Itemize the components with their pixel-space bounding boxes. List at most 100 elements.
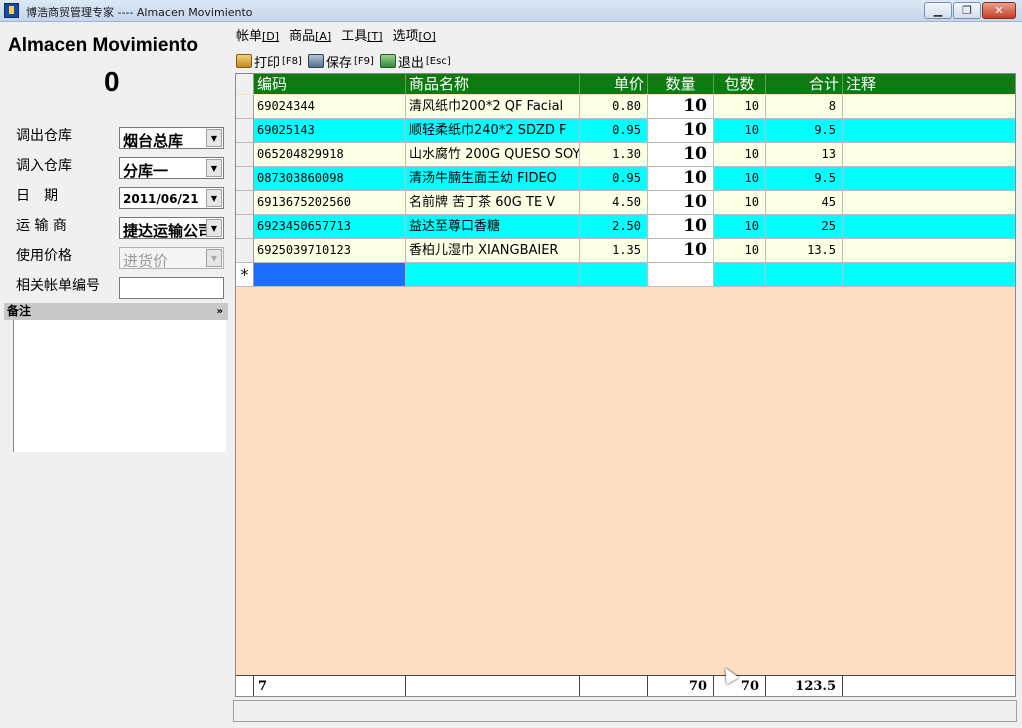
cell-note[interactable] xyxy=(843,167,1015,191)
table-row[interactable]: 6913675202560 名前牌 苦丁茶 60G TE V 4.50 10 10 45 xyxy=(236,191,1015,215)
cell-total[interactable]: 8 xyxy=(766,95,843,119)
cell-code[interactable]: 69024344 xyxy=(254,95,406,119)
cell-name[interactable]: 顺轻柔纸巾240*2 SDZD F xyxy=(406,119,580,143)
col-header-qty[interactable]: 数量 xyxy=(648,74,714,94)
chevron-down-icon[interactable]: ▼ xyxy=(206,129,222,147)
menu-tools[interactable]: 工具[T] xyxy=(341,25,382,45)
new-cell-price[interactable] xyxy=(580,263,648,287)
cell-code[interactable]: 087303860098 xyxy=(254,167,406,191)
row-selector[interactable] xyxy=(236,191,254,215)
table-row[interactable]: 69024344 清风纸巾200*2 QF Facial 0.80 10 10 8 xyxy=(236,95,1015,119)
minimize-button[interactable]: ▁ xyxy=(924,2,952,19)
save-button[interactable]: 保存 [F9] xyxy=(307,52,374,71)
chevron-down-icon[interactable]: ▼ xyxy=(206,159,222,177)
cell-note[interactable] xyxy=(843,119,1015,143)
row-selector[interactable] xyxy=(236,215,254,239)
row-selector[interactable] xyxy=(236,167,254,191)
cell-packs[interactable]: 10 xyxy=(714,215,766,239)
cell-packs[interactable]: 10 xyxy=(714,167,766,191)
new-cell-code[interactable] xyxy=(254,263,406,287)
col-header-packs[interactable]: 包数 xyxy=(714,74,766,94)
row-selector[interactable] xyxy=(236,239,254,263)
table-row[interactable]: 087303860098 清汤牛腩生面王幼 FIDEO 0.95 10 10 9.5 xyxy=(236,167,1015,191)
cell-qty[interactable]: 10 xyxy=(648,119,714,143)
menu-bill[interactable]: 帐单[D] xyxy=(236,25,279,45)
out-warehouse-select[interactable]: 烟台总库 ▼ xyxy=(119,127,224,150)
table-row[interactable]: 6925039710123 香柏儿湿巾 XIANGBAIER 1.35 10 10 13.… xyxy=(236,239,1015,263)
cell-code[interactable]: 69025143 xyxy=(254,119,406,143)
row-selector[interactable] xyxy=(236,119,254,143)
cell-packs[interactable]: 10 xyxy=(714,239,766,263)
cell-name[interactable]: 山水腐竹 200G QUESO SOYA xyxy=(406,143,580,167)
cell-note[interactable] xyxy=(843,143,1015,167)
items-grid[interactable]: 编码 商品名称 单价 数量 包数 合计 注释 69024344 清风纸巾200*2… xyxy=(235,73,1016,697)
col-header-total[interactable]: 合计 xyxy=(766,74,843,94)
cell-qty[interactable]: 10 xyxy=(648,215,714,239)
table-row[interactable]: 6923450657713 益达至尊口香糖 2.50 10 10 25 xyxy=(236,215,1015,239)
cell-price[interactable]: 0.80 xyxy=(580,95,648,119)
cell-name[interactable]: 清汤牛腩生面王幼 FIDEO xyxy=(406,167,580,191)
menu-options[interactable]: 选项[O] xyxy=(393,25,436,45)
cell-note[interactable] xyxy=(843,95,1015,119)
col-header-code[interactable]: 编码 xyxy=(254,74,406,94)
new-cell-note[interactable] xyxy=(843,263,1015,287)
new-cell-qty[interactable] xyxy=(648,263,714,287)
date-picker[interactable]: 2011/06/21 ▼ xyxy=(119,187,224,209)
cell-code[interactable]: 6913675202560 xyxy=(254,191,406,215)
cell-qty[interactable]: 10 xyxy=(648,95,714,119)
cell-packs[interactable]: 10 xyxy=(714,95,766,119)
cell-name[interactable]: 香柏儿湿巾 XIANGBAIER xyxy=(406,239,580,263)
cell-qty[interactable]: 10 xyxy=(648,167,714,191)
cell-price[interactable]: 2.50 xyxy=(580,215,648,239)
new-row[interactable]: * xyxy=(236,263,1015,287)
cell-qty[interactable]: 10 xyxy=(648,143,714,167)
chevron-down-icon[interactable]: ▼ xyxy=(206,189,222,207)
cell-price[interactable]: 0.95 xyxy=(580,167,648,191)
new-cell-packs[interactable] xyxy=(714,263,766,287)
cell-packs[interactable]: 10 xyxy=(714,191,766,215)
cell-name[interactable]: 益达至尊口香糖 xyxy=(406,215,580,239)
cell-price[interactable]: 1.30 xyxy=(580,143,648,167)
cell-price[interactable]: 1.35 xyxy=(580,239,648,263)
new-cell-name[interactable] xyxy=(406,263,580,287)
collapse-icon[interactable]: » xyxy=(217,303,223,320)
cell-note[interactable] xyxy=(843,239,1015,263)
new-cell-total[interactable] xyxy=(766,263,843,287)
cell-total[interactable]: 9.5 xyxy=(766,167,843,191)
cell-price[interactable]: 4.50 xyxy=(580,191,648,215)
cell-name[interactable]: 名前牌 苦丁茶 60G TE V xyxy=(406,191,580,215)
cell-packs[interactable]: 10 xyxy=(714,119,766,143)
cell-note[interactable] xyxy=(843,215,1015,239)
cell-total[interactable]: 45 xyxy=(766,191,843,215)
table-row[interactable]: 69025143 顺轻柔纸巾240*2 SDZD F 0.95 10 10 9.5 xyxy=(236,119,1015,143)
close-button[interactable]: ✕ xyxy=(982,2,1016,19)
cell-name[interactable]: 清风纸巾200*2 QF Facial xyxy=(406,95,580,119)
cell-packs[interactable]: 10 xyxy=(714,143,766,167)
cell-total[interactable]: 9.5 xyxy=(766,119,843,143)
cell-total[interactable]: 25 xyxy=(766,215,843,239)
cell-code[interactable]: 6925039710123 xyxy=(254,239,406,263)
exit-button[interactable]: 退出 [Esc] xyxy=(379,52,451,71)
cell-qty[interactable]: 10 xyxy=(648,191,714,215)
chevron-down-icon[interactable]: ▼ xyxy=(206,219,222,237)
col-header-note[interactable]: 注释 xyxy=(843,74,1015,94)
notes-textarea[interactable] xyxy=(13,320,226,452)
notes-header[interactable]: 备注 » xyxy=(4,303,228,320)
table-row[interactable]: 065204829918 山水腐竹 200G QUESO SOYA 1.30 10 10… xyxy=(236,143,1015,167)
row-selector[interactable] xyxy=(236,95,254,119)
cell-note[interactable] xyxy=(843,191,1015,215)
print-button[interactable]: 打印 [F8] xyxy=(236,52,302,71)
cell-price[interactable]: 0.95 xyxy=(580,119,648,143)
cell-code[interactable]: 065204829918 xyxy=(254,143,406,167)
row-selector[interactable] xyxy=(236,143,254,167)
cell-qty[interactable]: 10 xyxy=(648,239,714,263)
related-bill-input[interactable] xyxy=(119,277,224,299)
cell-total[interactable]: 13 xyxy=(766,143,843,167)
menu-goods[interactable]: 商品[A] xyxy=(289,25,331,45)
col-header-price[interactable]: 单价 xyxy=(580,74,648,94)
maximize-button[interactable]: ❐ xyxy=(953,2,981,19)
carrier-select[interactable]: 捷达运输公司 ▼ xyxy=(119,217,224,240)
cell-code[interactable]: 6923450657713 xyxy=(254,215,406,239)
col-header-name[interactable]: 商品名称 xyxy=(406,74,580,94)
cell-total[interactable]: 13.5 xyxy=(766,239,843,263)
